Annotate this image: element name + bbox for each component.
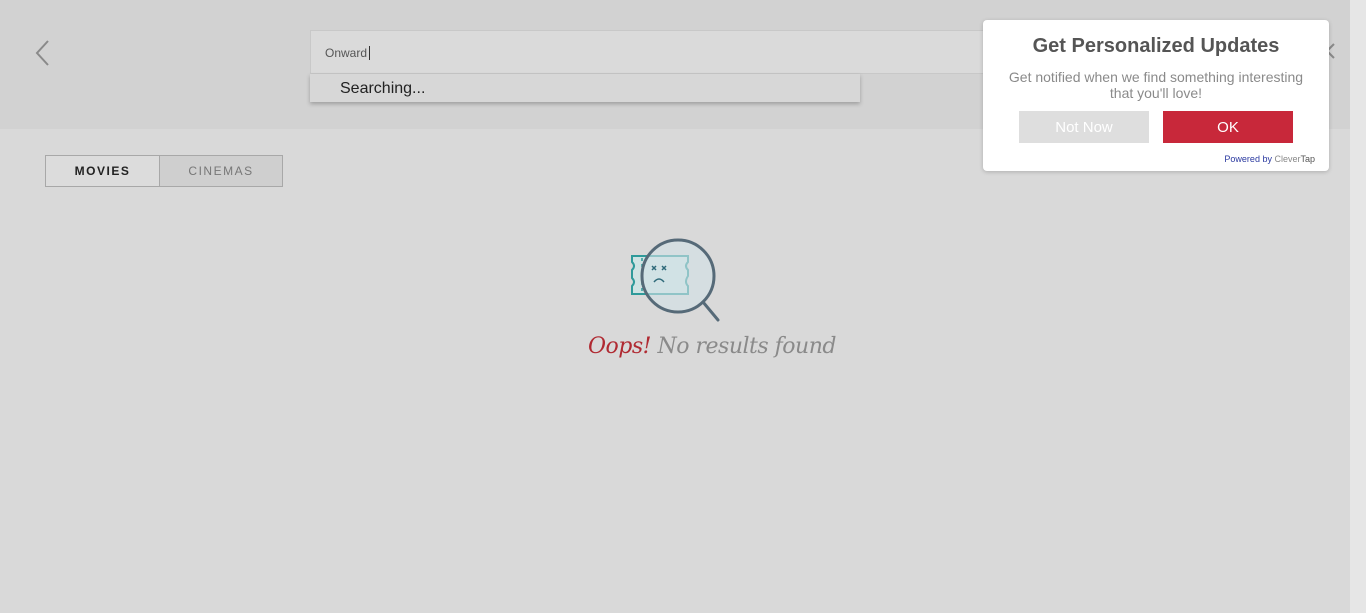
oops-text: Oops! [588, 334, 652, 359]
popup-body: Get notified when we find something inte… [1008, 69, 1304, 101]
text-caret [369, 46, 370, 60]
tab-movies[interactable]: MOVIES [46, 156, 160, 186]
brand-clever-text: Clever [1274, 154, 1301, 164]
notification-popup: Get Personalized Updates Get notified wh… [983, 20, 1329, 171]
no-results-text: No results found [657, 334, 837, 359]
searching-status: Searching... [340, 80, 426, 97]
no-results-message: Oops! No results found [588, 334, 836, 359]
search-suggestions: Searching... [310, 74, 860, 102]
tab-cinemas[interactable]: CINEMAS [160, 156, 282, 186]
powered-by-text: Powered by [1224, 154, 1272, 164]
page-scrollbar[interactable] [1350, 0, 1366, 613]
tab-bar: MOVIES CINEMAS [45, 155, 283, 187]
chevron-left-icon [35, 40, 49, 66]
search-input[interactable] [325, 44, 925, 62]
ok-button[interactable]: OK [1163, 111, 1293, 143]
popup-title: Get Personalized Updates [1032, 35, 1280, 57]
powered-by-credit[interactable]: Powered by CleverTap [1224, 154, 1315, 164]
not-now-button[interactable]: Not Now [1019, 111, 1149, 143]
app-page: Searching... MOVIES CINEMAS Oops! No res… [0, 0, 1366, 613]
ticket-magnifier-icon [631, 238, 720, 322]
back-button[interactable] [28, 36, 58, 70]
brand-tap-text: Tap [1300, 154, 1315, 164]
